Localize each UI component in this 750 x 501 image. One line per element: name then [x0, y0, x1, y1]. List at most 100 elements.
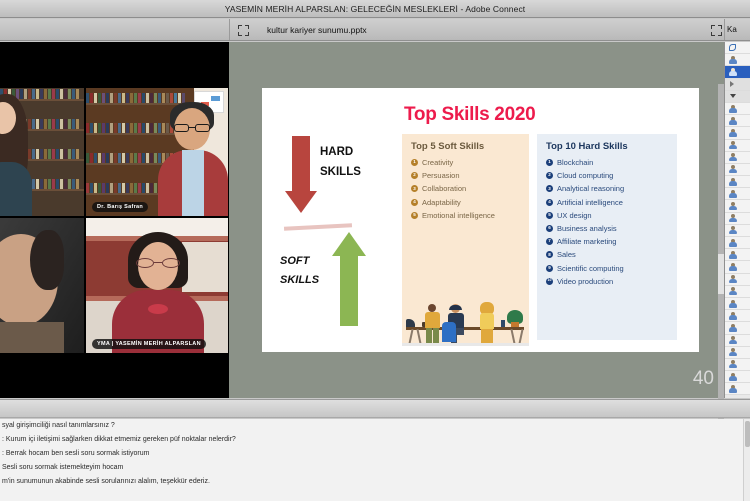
user-icon	[728, 384, 737, 393]
attendee-row[interactable]	[725, 346, 750, 359]
video-pod-fullscreen-icon[interactable]	[238, 25, 249, 36]
user-icon	[728, 116, 737, 125]
attendee-row[interactable]	[725, 176, 750, 189]
list-item-label: UX design	[557, 210, 592, 220]
attendee-row[interactable]	[725, 102, 750, 116]
user-icon	[728, 202, 737, 211]
share-pod-fullscreen-icon[interactable]	[711, 25, 722, 36]
user-icon	[728, 67, 737, 76]
user-icon	[728, 360, 737, 369]
list-item-label: Analytical reasoning	[557, 184, 625, 194]
user-icon	[728, 165, 737, 174]
list-item: 8 Sales	[546, 250, 668, 259]
office-illustration	[402, 288, 529, 346]
attendee-row[interactable]	[725, 127, 750, 140]
chat-message: syal girişimciliği nasıl tanımlarsınız ?	[2, 422, 115, 429]
attendee-row[interactable]	[725, 115, 750, 128]
list-item: 3 Analytical reasoning	[546, 184, 668, 193]
bullet-number: 8	[546, 251, 553, 259]
user-icon	[728, 250, 737, 259]
window-title-bar: YASEMİN MERİH ALPARSLAN: GELECEĞİN MESLE…	[0, 0, 750, 18]
user-icon	[728, 55, 737, 64]
avatar-glasses-2	[174, 124, 210, 132]
attendee-row-selected[interactable]	[725, 66, 750, 79]
video-tile-2[interactable]: Dr. Barış Safran	[86, 88, 228, 216]
attendee-row[interactable]	[725, 212, 750, 225]
list-item-label: Affiliate marketing	[557, 237, 617, 247]
bullet-number: 4	[546, 198, 553, 206]
attendee-row[interactable]	[725, 285, 750, 298]
scrollbar-thumb[interactable]	[745, 421, 750, 447]
bullet-number: 7	[546, 238, 553, 246]
list-item-label: Persuasion	[422, 171, 460, 181]
chat-scrollbar[interactable]	[743, 419, 750, 501]
chat-message: Sesli soru sormak istemekteyim hocam	[2, 464, 124, 471]
attendee-row[interactable]	[725, 188, 750, 201]
video-tile-2-name-badge: Dr. Barış Safran	[92, 202, 149, 212]
attendee-group-expanded[interactable]	[725, 90, 750, 103]
attendee-row[interactable]	[725, 322, 750, 335]
attendee-row[interactable]	[725, 334, 750, 347]
chevron-right-icon	[730, 81, 734, 88]
list-item-label: Blockchain	[557, 158, 594, 167]
user-icon	[728, 189, 737, 198]
avatar-body-3	[0, 322, 64, 353]
attendee-row[interactable]	[725, 151, 750, 164]
bullet-number: 5	[411, 211, 418, 219]
list-item: 7 Affiliate marketing	[546, 237, 668, 246]
attendee-row[interactable]	[725, 273, 750, 286]
figure-standing-left	[424, 304, 441, 344]
soft-skills-list: 1 Creativity 2 Persuasion 3 Collaboration 4…	[411, 158, 520, 220]
attendee-row[interactable]	[725, 371, 750, 384]
video-tile-3[interactable]	[0, 218, 84, 353]
attendee-row[interactable]	[725, 139, 750, 152]
attendee-row-phone[interactable]	[725, 42, 750, 55]
share-pod[interactable]: 40 Top Skills 2020 HARD SKILLS SOFT SKIL…	[229, 42, 724, 398]
video-tile-1[interactable]	[0, 88, 84, 216]
attendee-row[interactable]	[725, 54, 750, 67]
list-item: 6 Business analysis	[546, 224, 668, 233]
attendee-panel[interactable]	[724, 42, 750, 398]
attendee-row[interactable]	[725, 200, 750, 213]
attendee-row[interactable]	[725, 297, 750, 311]
presentation-slide[interactable]: Top Skills 2020 HARD SKILLS SOFT SKILLS …	[262, 88, 699, 352]
user-icon	[728, 311, 737, 320]
user-icon	[728, 238, 737, 247]
hard-skills-label: HARD SKILLS	[320, 146, 361, 178]
pod-splitter[interactable]	[0, 399, 750, 418]
chat-message: m'in sunumunun akabinde sesli sorularını…	[2, 478, 210, 485]
bullet-number: 3	[546, 185, 553, 193]
attendee-row[interactable]	[725, 261, 750, 274]
attendee-row[interactable]	[725, 249, 750, 262]
attendee-row[interactable]	[725, 358, 750, 372]
list-item: 10 Video production	[546, 277, 668, 286]
soft-skills-label: SOFT SKILLS	[280, 255, 320, 286]
avatar-glasses-4	[136, 258, 180, 268]
attendee-row[interactable]	[725, 237, 750, 250]
skills-arrows-group: HARD SKILLS SOFT SKILLS	[276, 136, 396, 326]
video-tile-4[interactable]: YMA | YASEMİN MERİH ALPARSLAN	[86, 218, 228, 353]
attendee-group-collapsed[interactable]	[725, 78, 750, 91]
attendee-row[interactable]	[725, 310, 750, 323]
share-pod-filename: kultur kariyer sunumu.pptx	[267, 24, 367, 35]
chat-pod[interactable]: syal girişimciliği nasıl tanımlarsınız ?…	[0, 419, 743, 501]
share-pod-header: kultur kariyer sunumu.pptx	[229, 19, 723, 40]
attendee-panel-title: Ka	[727, 25, 737, 34]
soft-skills-card: Top 5 Soft Skills 1 Creativity 2 Persuasio…	[402, 134, 529, 346]
attendee-row[interactable]	[725, 224, 750, 237]
list-item: 9 Scientific computing	[546, 264, 668, 273]
avatar-necklace-4	[148, 304, 168, 314]
user-icon	[728, 104, 737, 113]
video-tile-4-background	[86, 218, 228, 353]
list-item-label: Artificial intelligence	[557, 197, 623, 207]
divider-bar	[283, 223, 353, 231]
list-item-label: Cloud computing	[557, 171, 614, 181]
bottle	[501, 320, 505, 327]
avatar-hair-3	[30, 230, 64, 290]
user-icon	[728, 214, 737, 223]
plant-pot	[511, 322, 519, 327]
pod-header-bar: kultur kariyer sunumu.pptx Ka	[0, 19, 750, 41]
attendee-row[interactable]	[725, 163, 750, 177]
user-icon	[728, 299, 737, 308]
attendee-row[interactable]	[725, 383, 750, 396]
